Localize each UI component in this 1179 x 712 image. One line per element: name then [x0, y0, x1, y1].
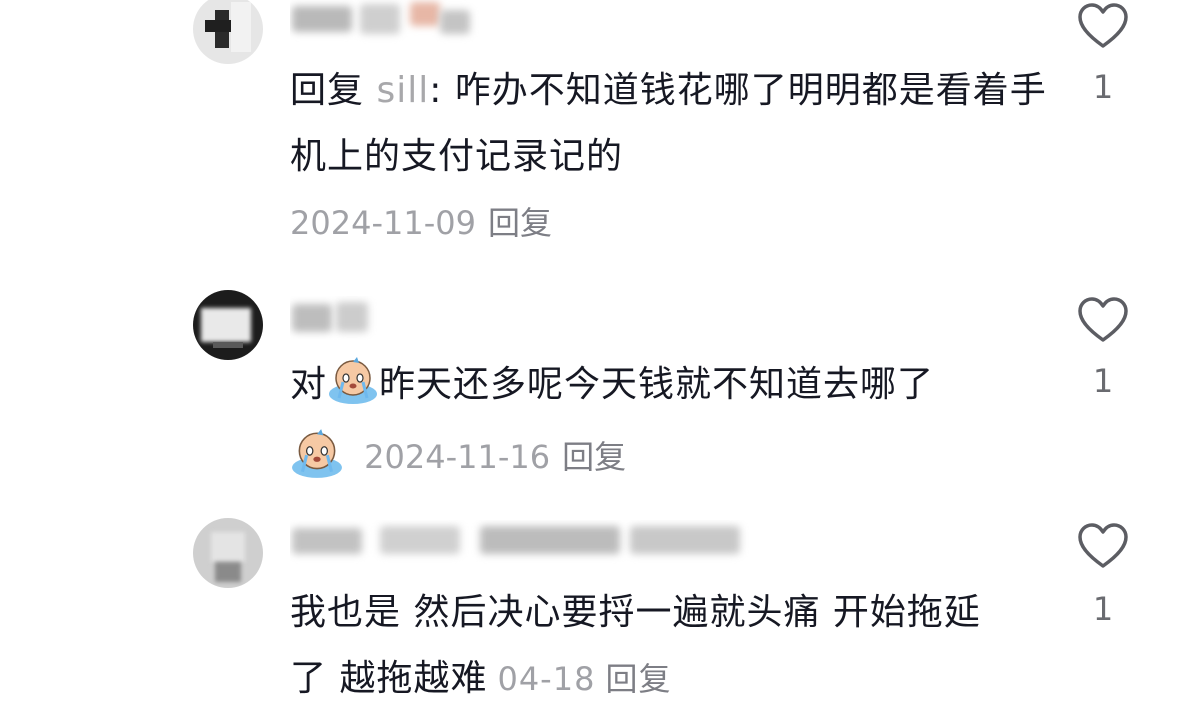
- comment-date: 04-18: [497, 660, 596, 698]
- comment-date: 2024-11-09: [290, 204, 476, 242]
- mention-link[interactable]: sill: [376, 70, 429, 111]
- heart-icon[interactable]: [1076, 520, 1130, 574]
- username[interactable]: [290, 0, 480, 44]
- crying-face-emoji-icon: [292, 429, 342, 478]
- comment-meta: 04-18 回复: [497, 660, 671, 698]
- crying-face-emoji-icon: [329, 357, 378, 404]
- comment-text: 回复 sill: 咋办不知道钱花哪了明明都是看着手机上的支付记录记的: [290, 58, 1050, 190]
- comment-text: 我也是 然后决心要捋一遍就头痛 开始拖延了 越拖越难 04-18 回复: [290, 580, 1010, 712]
- reply-button[interactable]: 回复: [488, 204, 552, 242]
- avatar[interactable]: [193, 518, 263, 588]
- reply-prefix: 回复: [290, 70, 377, 111]
- like-count: 1: [1092, 362, 1114, 400]
- heart-icon[interactable]: [1076, 0, 1130, 54]
- comment-date: 2024-11-16: [364, 438, 551, 476]
- like-count: 1: [1092, 68, 1114, 106]
- like-count: 1: [1092, 590, 1114, 628]
- comment-text: 对 昨天还多呢今天钱就不知道去哪了: [290, 352, 1050, 418]
- comment-meta: 2024-11-16 回复: [290, 426, 626, 482]
- comment-body-end: 昨天还多呢今天钱就不知道去哪了: [379, 364, 935, 405]
- reply-button[interactable]: 回复: [562, 438, 626, 476]
- username[interactable]: [290, 296, 480, 340]
- reply-button[interactable]: 回复: [605, 660, 671, 698]
- avatar[interactable]: [193, 0, 263, 64]
- avatar[interactable]: [193, 290, 263, 360]
- username[interactable]: [290, 520, 760, 564]
- heart-icon[interactable]: [1076, 294, 1130, 348]
- comment-meta: 2024-11-09 回复: [290, 198, 552, 248]
- comment-body-start: 对: [290, 364, 328, 405]
